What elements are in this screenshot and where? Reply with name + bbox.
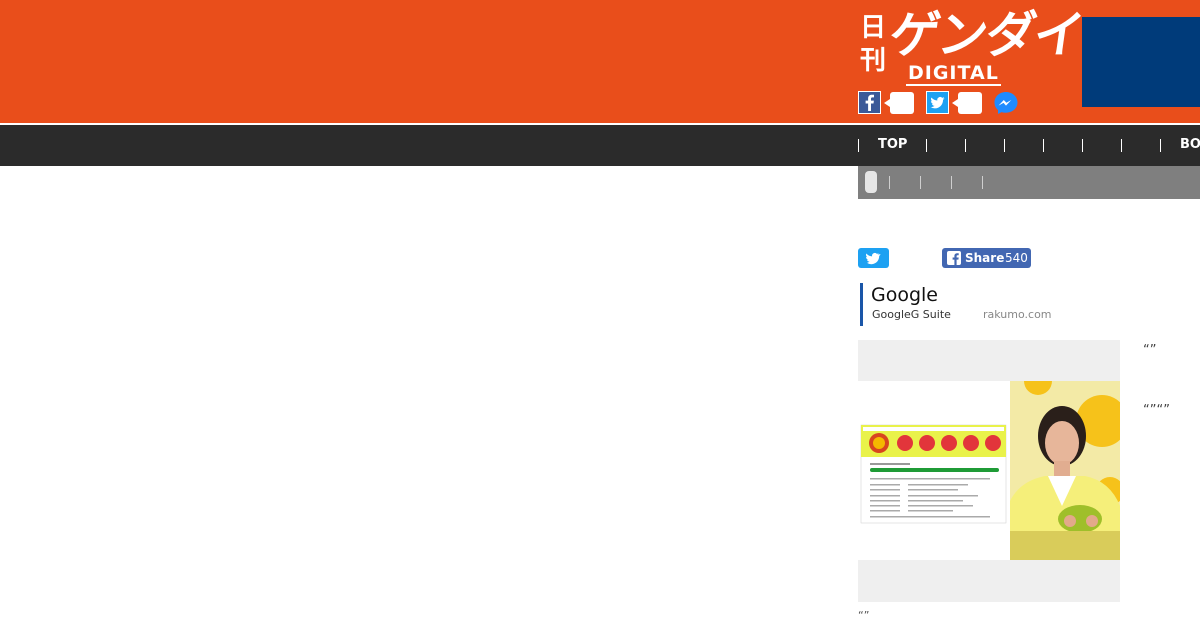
nav-item-4[interactable] xyxy=(1043,139,1082,152)
messenger-share-button[interactable] xyxy=(993,91,1019,115)
media-top-band xyxy=(858,340,1120,381)
website-screenshot-graphic xyxy=(860,424,1007,524)
side-quote: “”“” xyxy=(1143,403,1170,418)
twitter-icon xyxy=(866,252,881,265)
nav-item-6[interactable] xyxy=(1121,139,1160,152)
twitter-icon xyxy=(930,96,945,109)
nav-item-2[interactable] xyxy=(965,139,1004,152)
twitter-follow-button[interactable] xyxy=(926,91,949,114)
person-photo-graphic xyxy=(1010,381,1120,560)
nav-divider xyxy=(858,139,859,152)
facebook-icon xyxy=(865,94,874,111)
sub-nav xyxy=(858,166,1200,199)
nav-item-1[interactable] xyxy=(926,139,965,152)
logo-katakana: ゲンダイ xyxy=(885,5,1087,64)
ad-title[interactable]: Google xyxy=(871,284,938,306)
facebook-share-button[interactable]: Share 540 xyxy=(942,248,1031,268)
nav-item-books[interactable]: BO xyxy=(1180,137,1200,152)
website-screenshot-image[interactable] xyxy=(858,381,1010,560)
sub-nav-active-tab[interactable] xyxy=(865,171,877,193)
ad-subtitle: GoogleG Suite xyxy=(872,308,951,321)
nav-item-top[interactable]: TOP xyxy=(878,137,907,152)
sub-nav-divider xyxy=(920,176,921,189)
sub-nav-divider xyxy=(951,176,952,189)
logo-kanji: 日刊 xyxy=(860,13,887,76)
header-ad-banner[interactable] xyxy=(1082,17,1200,107)
tweet-button[interactable] xyxy=(858,248,889,268)
nav-item-5[interactable] xyxy=(1082,139,1121,152)
media-bottom-band xyxy=(858,560,1120,602)
share-label: Share xyxy=(965,251,1005,265)
text-ad[interactable]: Google GoogleG Suite rakumo.com xyxy=(860,283,1063,326)
facebook-follow-button[interactable] xyxy=(858,91,881,114)
sub-nav-divider xyxy=(889,176,890,189)
nav-item-3[interactable] xyxy=(1004,139,1043,152)
facebook-icon xyxy=(947,251,961,265)
ad-url[interactable]: rakumo.com xyxy=(983,308,1052,321)
nav-divider xyxy=(1160,139,1161,152)
person-photo[interactable] xyxy=(1010,381,1120,560)
messenger-icon xyxy=(994,92,1018,114)
global-nav: TOP BO xyxy=(0,125,1200,166)
logo-digital: DIGITAL xyxy=(906,62,1001,86)
side-quote: “” xyxy=(1143,343,1157,358)
facebook-count-bubble xyxy=(884,92,914,114)
share-count: 540 xyxy=(1005,251,1028,265)
image-caption: “” xyxy=(858,609,870,622)
sub-nav-divider xyxy=(982,176,983,189)
twitter-count-bubble xyxy=(952,92,982,114)
site-logo[interactable]: 日刊 ゲンダイ DIGITAL xyxy=(860,5,1086,86)
